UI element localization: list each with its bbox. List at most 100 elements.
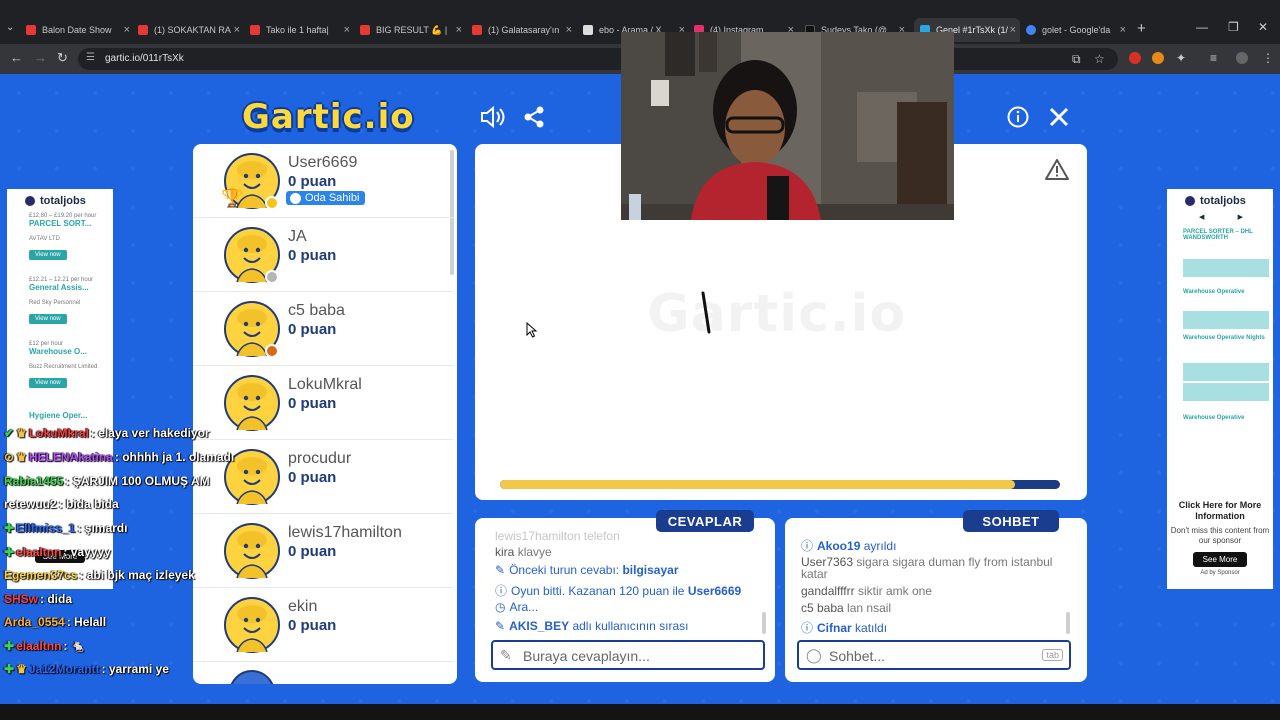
chat-message: gandalfffrr siktir amk one <box>801 584 932 598</box>
tab-9[interactable]: golet - Google'da × <box>1026 18 1130 42</box>
url-text[interactable]: gartic.io/011rTsXk <box>105 53 184 64</box>
player-name: LokuMkral <box>288 376 362 393</box>
ad-job-title: Hygiene Oper... <box>29 411 88 420</box>
ad-next-icon[interactable]: ▶ <box>1238 213 1243 221</box>
player-score: 0 puan <box>288 173 337 190</box>
minimize-icon[interactable]: — <box>1196 20 1208 34</box>
reload-icon[interactable]: ↻ <box>57 50 68 66</box>
ad-view-button[interactable]: View now <box>29 378 67 388</box>
player-row[interactable]: 🏆 User6669 0 puan Oda Sahibi <box>193 144 453 218</box>
message-text: Oyun bitti. Kazanan 120 puan ile <box>511 584 685 598</box>
close-tab-icon[interactable]: × <box>344 24 350 36</box>
tab-title: BIG RESULT 💪 | <box>376 24 448 35</box>
restore-icon[interactable]: ❐ <box>1228 20 1239 34</box>
player-row[interactable]: LokuMkral 0 puan <box>193 366 453 440</box>
close-window-icon[interactable]: ✕ <box>1258 20 1268 34</box>
stream-chat-message: Rabia1455: ŞARJIM 100 OLMUŞ AM <box>4 474 210 488</box>
extensions-puzzle-icon[interactable]: ✦ <box>1176 51 1186 65</box>
tab-0[interactable]: Balon Date Show × <box>26 18 134 42</box>
plus-badge-icon: ✚ <box>4 662 15 676</box>
chat-message: User7363 sigara sigara duman fly from is… <box>801 555 1052 569</box>
info-icon[interactable] <box>1005 104 1031 130</box>
stream-chat-message: ✚ elaaltnn: 🐁 <box>4 639 86 653</box>
answer-message: kira klavye <box>495 545 552 559</box>
chat-bubble-icon: ◯ <box>806 647 822 663</box>
ad-view-button[interactable]: View now <box>29 250 67 260</box>
stream-chat-user: Rabia1455 <box>4 474 64 488</box>
back-icon[interactable]: ← <box>10 50 23 65</box>
youtube-icon <box>138 25 148 35</box>
ad-job-row <box>1183 259 1269 277</box>
tab-1[interactable]: (1) SOKAKTAN RA × <box>138 18 244 42</box>
close-tab-icon[interactable]: × <box>456 24 462 36</box>
stream-chat-text: : ohhhh ja 1. olamadı <box>114 450 235 464</box>
stream-chat-user: LokuMkral <box>28 426 89 440</box>
right-ad-sponsor[interactable]: Click Here for More Information Don't mi… <box>1167 488 1273 588</box>
player-score: 0 puan <box>288 469 337 486</box>
message-highlight: User6669 <box>687 584 742 598</box>
player-row[interactable]: lewis17hamilton 0 puan <box>193 514 453 588</box>
player-row[interactable]: c5 baba 0 puan <box>193 292 453 366</box>
info-circle-icon: ⓘ <box>801 621 814 635</box>
new-tab-button[interactable]: + <box>1137 20 1146 37</box>
close-tab-icon[interactable]: × <box>1120 24 1126 36</box>
close-tab-icon[interactable]: × <box>234 24 240 36</box>
reading-list-icon[interactable]: ≡ <box>1210 51 1217 65</box>
trophy-icon: 🏆 <box>221 188 244 208</box>
report-warning-icon[interactable] <box>1045 158 1069 185</box>
tab-2[interactable]: Tako ile 1 hafta| × <box>250 18 354 42</box>
extension-icon[interactable] <box>1152 52 1164 64</box>
answer-input[interactable]: ✎ Buraya cevaplayın... <box>491 640 765 670</box>
chat-message: katar <box>801 567 828 581</box>
chat-placeholder: Sohbet... <box>829 648 886 664</box>
chat-input[interactable]: ◯ Sohbet... tab <box>797 640 1071 670</box>
info-circle-icon: ⓘ <box>801 539 814 553</box>
install-app-icon[interactable]: ⧉ <box>1072 52 1081 67</box>
speaker-icon[interactable] <box>480 104 506 130</box>
stream-chat-user: SHSw <box>4 592 39 606</box>
sponsor-title: Click Here for More Information <box>1178 500 1262 521</box>
x-logo-icon <box>583 25 593 35</box>
chat-scrollbar[interactable] <box>1066 612 1070 634</box>
stream-chat-text: : Helall <box>66 615 107 629</box>
totaljobs-logo-icon <box>25 196 35 206</box>
share-icon[interactable] <box>521 104 547 130</box>
youtube-icon <box>250 25 260 35</box>
chat-header: SOHBET <box>963 510 1059 532</box>
gartic-logo[interactable]: Gartic.io <box>242 97 415 137</box>
bookmark-star-icon[interactable]: ☆ <box>1094 52 1105 66</box>
close-icon[interactable] <box>1046 104 1072 130</box>
stream-chat-text: : şımardı <box>77 521 128 535</box>
stream-chat-user: Arda_0554 <box>4 615 65 629</box>
stream-chat-message: ✚ Ellfmiss_1: şımardı <box>4 521 127 535</box>
player-row[interactable]: JA 0 puan <box>193 218 453 292</box>
menu-kebab-icon[interactable]: ⋮ <box>1262 51 1274 65</box>
ad-view-button[interactable]: View now <box>29 314 67 324</box>
tab-title: (1) Galatasaray'ın <box>488 25 560 35</box>
stream-chat-user: elaaltnn <box>16 639 62 653</box>
player-avatar <box>224 523 280 579</box>
tab-search-button[interactable]: ⌄ <box>6 22 14 33</box>
stream-chat-text: : bida bida <box>58 497 119 511</box>
ad-prev-icon[interactable]: ◀ <box>1199 213 1204 221</box>
message-text: lan nsail <box>847 601 892 615</box>
close-tab-icon[interactable]: × <box>566 24 572 36</box>
message-user: gandalfffrr <box>801 584 855 598</box>
message-text: katar <box>801 567 828 581</box>
stream-chat-user: HELENAkatina <box>28 450 113 464</box>
message-highlight: AKIS_BEY <box>509 619 570 633</box>
site-info-icon[interactable]: ☰ <box>86 52 98 64</box>
extension-icon[interactable] <box>1129 52 1141 64</box>
sponsor-footer: Ad by Sponsor <box>1200 570 1240 576</box>
close-tab-icon[interactable]: × <box>124 24 130 36</box>
profile-avatar[interactable] <box>1236 52 1248 64</box>
ad-job-title: Warehouse Operative <box>1183 415 1245 421</box>
answers-scrollbar[interactable] <box>762 612 766 634</box>
close-tab-icon[interactable]: × <box>1010 24 1016 36</box>
tab-4[interactable]: (1) Galatasaray'ın × <box>472 18 576 42</box>
tab-3[interactable]: BIG RESULT 💪 | × <box>360 18 466 42</box>
forward-icon[interactable]: → <box>34 50 47 65</box>
player-row[interactable]: ekin 0 puan <box>193 588 453 662</box>
omnibox[interactable]: ☰ gartic.io/011rTsXk ⧉ ☆ <box>78 48 1118 70</box>
sponsor-see-more-button[interactable]: See More <box>1192 552 1248 567</box>
